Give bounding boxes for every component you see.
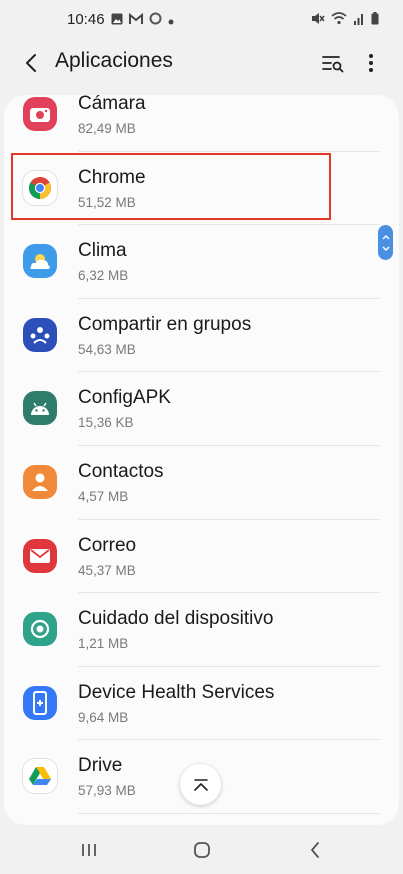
list-item-device-health-services[interactable]: Device Health Services 9,64 MB [4,667,399,741]
scroll-top-icon [193,778,208,791]
app-name: ConfigAPK [78,387,171,409]
app-name: Chrome [78,166,146,188]
chevron-down-icon [382,246,389,251]
camera-icon [23,97,57,131]
gallery-icon [111,12,123,30]
back-button[interactable] [16,48,46,78]
chrome-icon [23,170,57,205]
app-name: Correo [78,534,137,556]
app-list: Cámara 82,49 MB Chrome 51,52 MB Clima 6,… [4,95,399,814]
list-item-camara[interactable]: Cámara 82,49 MB [4,95,399,152]
list-item-clima[interactable]: Clima 6,32 MB [4,225,399,299]
mail-icon [23,538,57,573]
app-name: Drive [78,755,123,777]
app-size: 82,49 MB [78,121,136,136]
app-size: 51,52 MB [78,194,136,210]
contacts-icon [23,464,57,499]
chevron-up-icon [382,234,389,239]
more-vert-icon [369,54,373,72]
app-name: Cuidado del dispositivo [78,608,274,630]
group-share-icon [23,317,57,352]
app-name: Clima [78,240,127,262]
back-arrow-icon [26,54,36,72]
navigation-bar [0,826,403,874]
more-options-button[interactable] [358,48,384,78]
device-care-icon [23,612,57,647]
list-item-chrome[interactable]: Chrome 51,52 MB [4,152,399,226]
dot-icon [168,12,174,30]
app-list-card: Cámara 82,49 MB Chrome 51,52 MB Clima 6,… [4,95,399,825]
app-name: Compartir en grupos [78,313,252,335]
android-icon [23,391,57,426]
app-header: Aplicaciones [0,38,403,88]
app-size: 57,93 MB [78,783,136,799]
app-name: Cámara [78,95,146,114]
list-item-compartir-en-grupos[interactable]: Compartir en grupos 54,63 MB [4,299,399,373]
list-item-cuidado-del-dispositivo[interactable]: Cuidado del dispositivo 1,21 MB [4,593,399,667]
back-icon [311,842,319,858]
list-item-configapk[interactable]: ConfigAPK 15,36 KB [4,372,399,446]
scroll-to-top-button[interactable] [180,764,221,805]
drive-icon [23,759,57,794]
app-size: 1,21 MB [78,636,129,652]
back-nav-button[interactable] [300,838,330,862]
device-health-icon [23,685,57,720]
app-size: 9,64 MB [78,709,129,725]
app-name: Contactos [78,460,164,482]
filter-search-icon [322,56,344,73]
weather-icon [23,244,57,279]
app-name: Device Health Services [78,681,275,703]
app-size: 45,37 MB [78,562,136,578]
app-size: 4,57 MB [78,488,129,504]
mute-icon [311,12,325,30]
app-size: 54,63 MB [78,341,136,357]
fast-scroll-handle[interactable] [378,225,393,260]
battery-icon [371,12,379,30]
gmail-icon [129,12,143,30]
filter-search-button[interactable] [318,48,348,78]
signal-icon [353,12,365,30]
wifi-icon [331,12,347,30]
app-size: 6,32 MB [78,268,129,284]
circle-notification-icon [149,12,162,30]
list-item-correo[interactable]: Correo 45,37 MB [4,520,399,594]
app-size: 15,36 KB [78,415,134,431]
recents-button[interactable] [74,838,104,862]
home-icon [194,842,210,858]
status-time: 10:46 [67,11,105,28]
home-button[interactable] [187,838,217,862]
page-title: Aplicaciones [55,49,173,72]
list-item-contactos[interactable]: Contactos 4,57 MB [4,446,399,520]
divider [78,812,380,814]
status-bar: 10:46 [0,0,403,38]
recents-icon [82,844,96,856]
